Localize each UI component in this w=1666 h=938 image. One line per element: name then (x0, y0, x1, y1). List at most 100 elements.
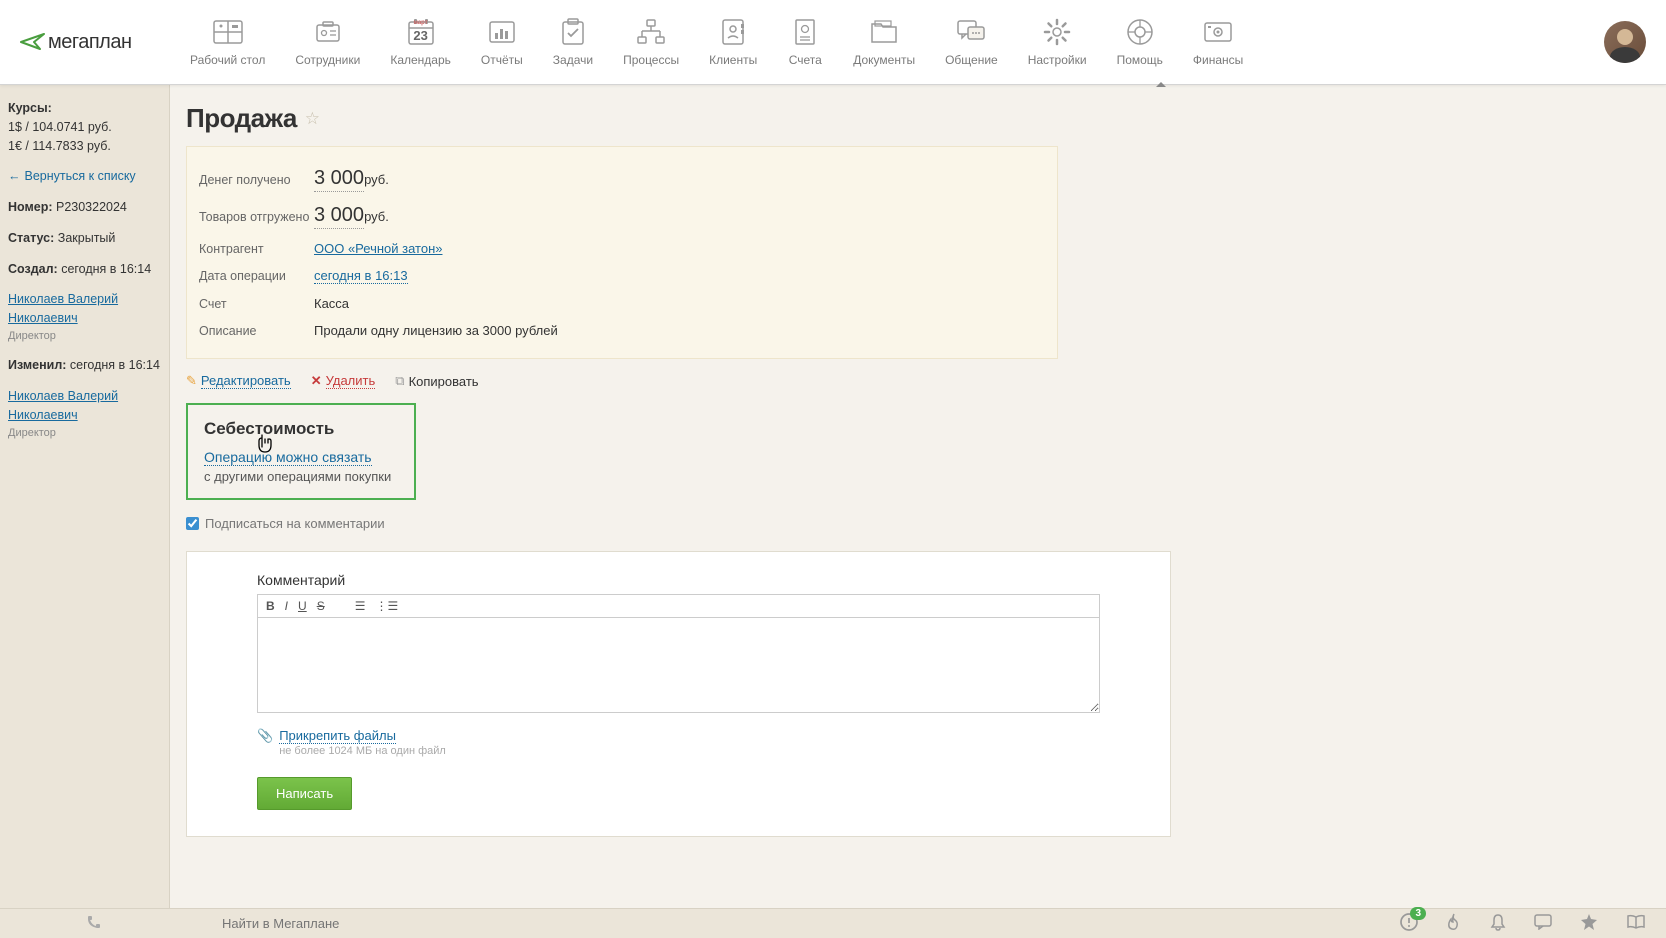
alert-icon[interactable]: 3 (1400, 913, 1418, 934)
calendar-icon: март 23 (403, 17, 439, 47)
main-nav: Рабочий стол Сотрудники март 23 Календар… (190, 17, 1243, 67)
submit-comment-button[interactable]: Написать (257, 777, 352, 810)
status-label: Статус: (8, 231, 54, 245)
number-value: Р230322024 (56, 200, 127, 214)
star-icon[interactable] (1580, 913, 1598, 934)
cost-hint: с другими операциями покупки (204, 469, 398, 484)
arrow-left-icon: ← (8, 169, 21, 183)
nav-settings[interactable]: Настройки (1028, 17, 1087, 67)
created-label: Создал: (8, 262, 58, 276)
book-icon[interactable] (1626, 914, 1646, 933)
employees-icon (310, 17, 346, 47)
rate-usd: 1$ / 104.0741 руб. (8, 118, 161, 137)
contractor-link[interactable]: ООО «Речной затон» (314, 241, 442, 256)
unordered-list-button[interactable]: ⋮☰ (375, 599, 398, 613)
nav-finance[interactable]: Финансы (1193, 17, 1243, 67)
nav-employees[interactable]: Сотрудники (295, 17, 360, 67)
status-value: Закрытый (58, 231, 116, 245)
paperclip-icon: 📎 (257, 728, 273, 744)
modified-value: сегодня в 16:14 (70, 358, 160, 372)
app-footer: 3 (0, 908, 1666, 938)
goods-shipped-label: Товаров отгружено (199, 210, 314, 224)
chat-icon (953, 17, 989, 47)
page-title: Продажа (186, 103, 297, 134)
app-logo[interactable]: мегаплан (20, 31, 155, 54)
nav-chat[interactable]: Общение (945, 17, 998, 67)
account-value: Касса (314, 296, 349, 311)
tasks-icon (555, 17, 591, 47)
operation-info-card: Денег получено 3 000руб. Товаров отгруже… (186, 146, 1058, 359)
money-received-value: 3 000 (314, 167, 364, 192)
operation-date[interactable]: сегодня в 16:13 (314, 268, 408, 284)
cost-title: Себестоимость (204, 419, 398, 439)
phone-icon[interactable] (86, 914, 102, 933)
account-label: Счет (199, 297, 314, 311)
subscribe-checkbox[interactable] (186, 517, 199, 530)
link-operation-link[interactable]: Операцию можно связать (204, 449, 372, 466)
strikethrough-button[interactable]: S (317, 599, 325, 613)
attach-hint: не более 1024 МБ на один файл (279, 745, 446, 757)
bell-icon[interactable] (1490, 913, 1506, 934)
processes-icon (633, 17, 669, 47)
copy-icon: ⧉ (395, 373, 404, 389)
back-to-list-link[interactable]: ←Вернуться к списку (8, 167, 161, 186)
logo-text: мегаплан (48, 31, 132, 54)
sidebar: Курсы: 1$ / 104.0741 руб. 1€ / 114.7833 … (0, 85, 170, 908)
creator-role: Директор (8, 328, 161, 345)
description-label: Описание (199, 324, 314, 338)
main-content: Продажа ☆ Денег получено 3 000руб. Товар… (170, 85, 1666, 908)
comment-textarea[interactable] (257, 617, 1100, 713)
settings-icon (1039, 17, 1075, 47)
italic-button[interactable]: I (285, 599, 288, 613)
nav-dashboard[interactable]: Рабочий стол (190, 17, 265, 67)
nav-processes[interactable]: Процессы (623, 17, 679, 67)
underline-button[interactable]: U (298, 599, 307, 613)
pencil-icon: ✎ (186, 373, 197, 389)
nav-invoices[interactable]: Счета (787, 17, 823, 67)
help-icon (1122, 17, 1158, 47)
dashboard-icon (210, 17, 246, 47)
notification-badge: 3 (1410, 907, 1426, 920)
created-value: сегодня в 16:14 (61, 262, 151, 276)
reports-icon (484, 17, 520, 47)
nav-help[interactable]: Помощь (1117, 17, 1163, 67)
global-search-input[interactable] (222, 916, 522, 931)
nav-clients[interactable]: Клиенты (709, 17, 757, 67)
message-icon[interactable] (1534, 914, 1552, 933)
ordered-list-button[interactable]: ☰ (355, 599, 366, 613)
contractor-label: Контрагент (199, 242, 314, 256)
edit-button[interactable]: ✎Редактировать (186, 373, 291, 389)
date-label: Дата операции (199, 269, 314, 283)
goods-shipped-value: 3 000 (314, 204, 364, 229)
nav-documents[interactable]: Документы (853, 17, 915, 67)
attach-files-link[interactable]: Прикрепить файлы (279, 728, 396, 744)
creator-link[interactable]: Николаев Валерий Николаевич (8, 290, 161, 328)
delete-button[interactable]: ✕Удалить (311, 373, 376, 389)
documents-icon (866, 17, 902, 47)
clients-icon (715, 17, 751, 47)
number-label: Номер: (8, 200, 53, 214)
comment-title: Комментарий (257, 572, 1100, 588)
modifier-link[interactable]: Николаев Валерий Николаевич (8, 387, 161, 425)
user-avatar[interactable] (1604, 21, 1646, 63)
editor-toolbar: B I U S ☰ ⋮☰ (257, 594, 1100, 617)
description-value: Продали одну лицензию за 3000 рублей (314, 323, 558, 338)
nav-reports[interactable]: Отчёты (481, 17, 523, 67)
modified-label: Изменил: (8, 358, 66, 372)
money-received-label: Денег получено (199, 173, 314, 187)
modifier-role: Директор (8, 425, 161, 442)
copy-button[interactable]: ⧉Копировать (395, 373, 478, 389)
finance-icon (1200, 17, 1236, 47)
favorite-star-icon[interactable]: ☆ (305, 109, 320, 129)
x-icon: ✕ (311, 373, 322, 389)
nav-tasks[interactable]: Задачи (553, 17, 593, 67)
rates-title: Курсы: (8, 101, 52, 115)
comment-section: Комментарий B I U S ☰ ⋮☰ 📎 Прикрепить фа… (186, 551, 1171, 837)
rate-eur: 1€ / 114.7833 руб. (8, 137, 161, 156)
fire-icon[interactable] (1446, 913, 1462, 934)
subscribe-label: Подписаться на комментарии (205, 516, 385, 531)
invoices-icon (787, 17, 823, 47)
bold-button[interactable]: B (266, 599, 275, 613)
app-header: мегаплан Рабочий стол Сотрудники март 23… (0, 0, 1666, 85)
nav-calendar[interactable]: март 23 Календарь (390, 17, 451, 67)
